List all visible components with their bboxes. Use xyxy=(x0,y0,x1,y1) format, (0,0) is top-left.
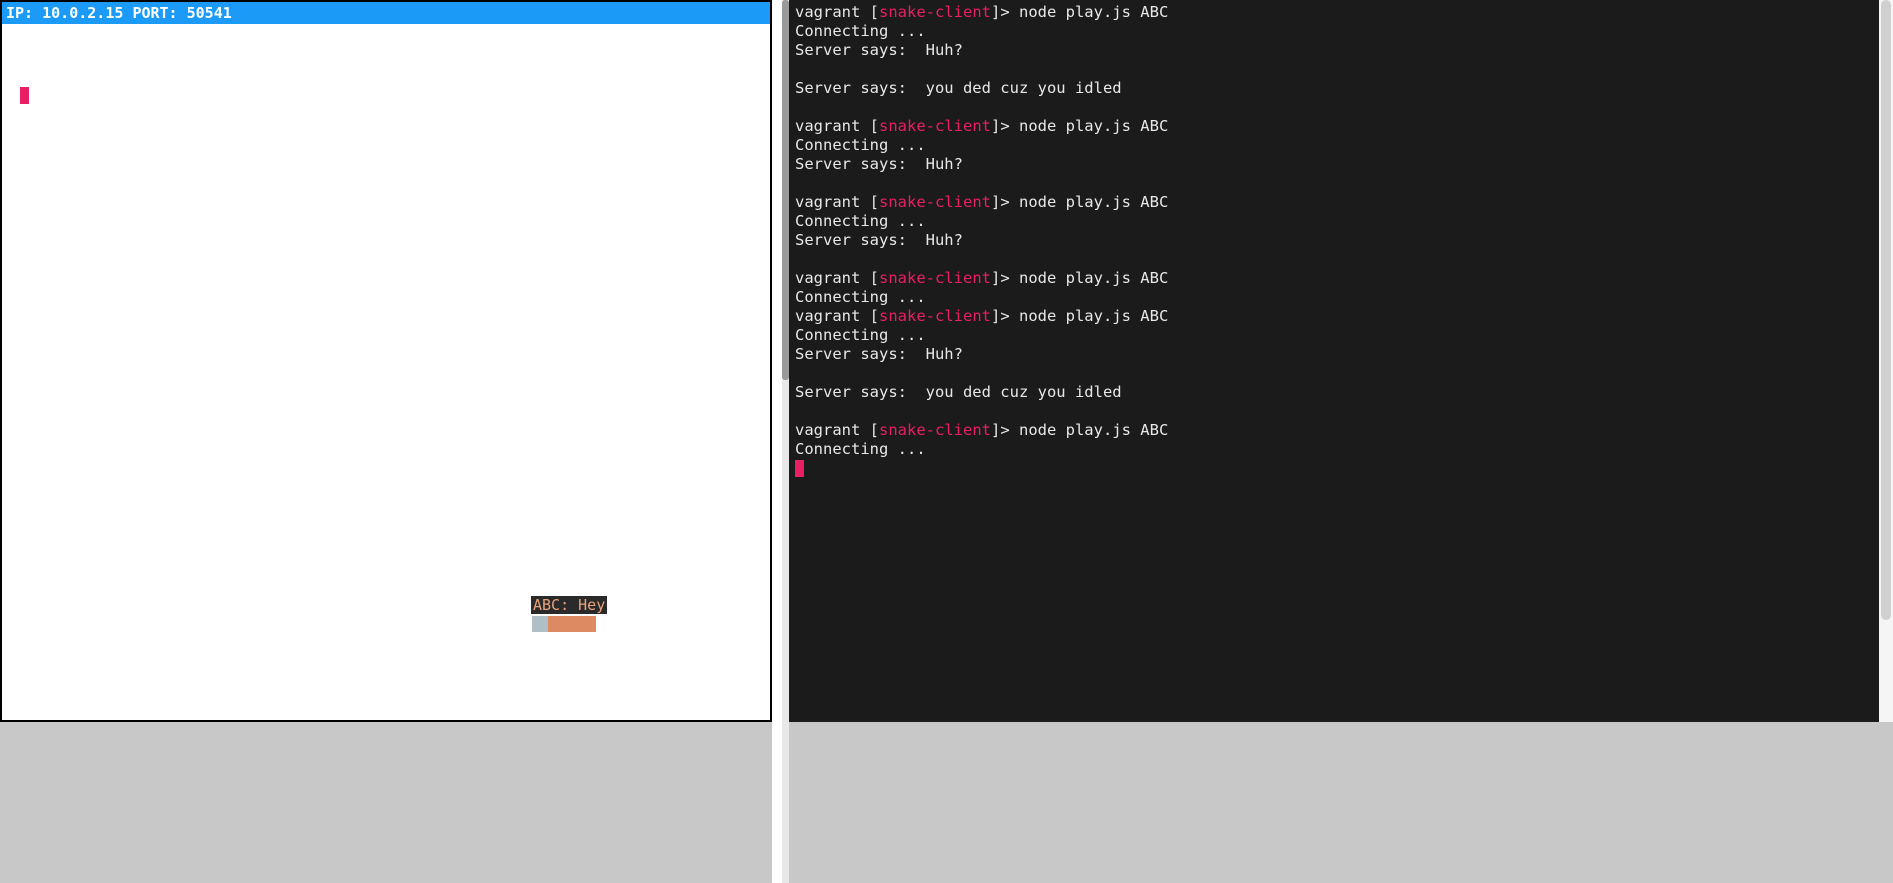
pane-gap xyxy=(772,0,782,883)
prompt-dir: snake-client xyxy=(879,307,991,325)
game-area[interactable]: ABC: Hey xyxy=(2,24,770,720)
terminal-line: Server says: Huh? xyxy=(795,155,1873,174)
prompt-bracket-open: [ xyxy=(860,269,879,287)
terminal-line: Connecting ... xyxy=(795,212,1873,231)
prompt-user: vagrant xyxy=(795,307,860,325)
prompt-dir: snake-client xyxy=(879,421,991,439)
snake-segment xyxy=(532,616,548,632)
prompt-bracket-open: [ xyxy=(860,117,879,135)
terminal-line: vagrant [snake-client]> node play.js ABC xyxy=(795,307,1873,326)
terminal-line: Server says: Huh? xyxy=(795,231,1873,250)
prompt-bracket-open: [ xyxy=(860,307,879,325)
terminal-pane[interactable]: vagrant [snake-client]> node play.js ABC… xyxy=(789,0,1879,722)
terminal-line xyxy=(795,250,1873,269)
terminal-line xyxy=(795,98,1873,117)
prompt-bracket-open: [ xyxy=(860,421,879,439)
prompt-bracket-close: ]> xyxy=(991,269,1019,287)
game-server-window: IP: 10.0.2.15 PORT: 50541 ABC: Hey xyxy=(0,0,772,722)
prompt-user: vagrant xyxy=(795,3,860,21)
terminal-line: vagrant [snake-client]> node play.js ABC xyxy=(795,3,1873,22)
terminal-line xyxy=(795,364,1873,383)
terminal-line: vagrant [snake-client]> node play.js ABC xyxy=(795,193,1873,212)
scrollbar-thumb[interactable] xyxy=(1881,0,1891,620)
terminal-line xyxy=(795,402,1873,421)
terminal-line: Connecting ... xyxy=(795,136,1873,155)
port-label: PORT: xyxy=(132,4,177,22)
terminal-line: vagrant [snake-client]> node play.js ABC xyxy=(795,421,1873,440)
divider-handle-icon[interactable] xyxy=(782,0,789,380)
terminal-line: Connecting ... xyxy=(795,326,1873,345)
snake-segment xyxy=(548,616,596,632)
terminal-line: Server says: you ded cuz you idled xyxy=(795,79,1873,98)
terminal-line: Server says: you ded cuz you idled xyxy=(795,383,1873,402)
terminal-cursor-icon xyxy=(795,460,804,477)
terminal-line: Connecting ... xyxy=(795,440,1873,459)
terminal-line: vagrant [snake-client]> node play.js ABC xyxy=(795,269,1873,288)
prompt-bracket-open: [ xyxy=(860,3,879,21)
prompt-command: node play.js ABC xyxy=(1019,269,1168,287)
status-bar: IP: 10.0.2.15 PORT: 50541 xyxy=(2,2,770,24)
ip-label: IP: xyxy=(6,4,33,22)
player-label: ABC: Hey xyxy=(531,596,607,614)
prompt-bracket-close: ]> xyxy=(991,307,1019,325)
terminal-scrollbar[interactable] xyxy=(1879,0,1893,722)
prompt-command: node play.js ABC xyxy=(1019,307,1168,325)
prompt-bracket-close: ]> xyxy=(991,193,1019,211)
port-value: 50541 xyxy=(187,4,232,22)
prompt-command: node play.js ABC xyxy=(1019,421,1168,439)
terminal-line xyxy=(795,60,1873,79)
pane-divider[interactable] xyxy=(782,0,789,883)
prompt-dir: snake-client xyxy=(879,117,991,135)
terminal-line: Connecting ... xyxy=(795,288,1873,307)
prompt-bracket-open: [ xyxy=(860,193,879,211)
prompt-bracket-close: ]> xyxy=(991,117,1019,135)
prompt-user: vagrant xyxy=(795,117,860,135)
terminal-line: vagrant [snake-client]> node play.js ABC xyxy=(795,117,1873,136)
terminal-line: Server says: Huh? xyxy=(795,345,1873,364)
ip-value: 10.0.2.15 xyxy=(42,4,123,22)
prompt-bracket-close: ]> xyxy=(991,421,1019,439)
prompt-bracket-close: ]> xyxy=(991,3,1019,21)
prompt-command: node play.js ABC xyxy=(1019,117,1168,135)
prompt-dir: snake-client xyxy=(879,3,991,21)
terminal-line: Server says: Huh? xyxy=(795,41,1873,60)
prompt-command: node play.js ABC xyxy=(1019,193,1168,211)
terminal-line: Connecting ... xyxy=(795,22,1873,41)
prompt-dir: snake-client xyxy=(879,193,991,211)
prompt-user: vagrant xyxy=(795,269,860,287)
prompt-user: vagrant xyxy=(795,193,860,211)
prompt-command: node play.js ABC xyxy=(1019,3,1168,21)
prompt-user: vagrant xyxy=(795,421,860,439)
terminal-line xyxy=(795,174,1873,193)
food-icon xyxy=(20,87,29,104)
terminal-line xyxy=(795,459,1873,478)
prompt-dir: snake-client xyxy=(879,269,991,287)
